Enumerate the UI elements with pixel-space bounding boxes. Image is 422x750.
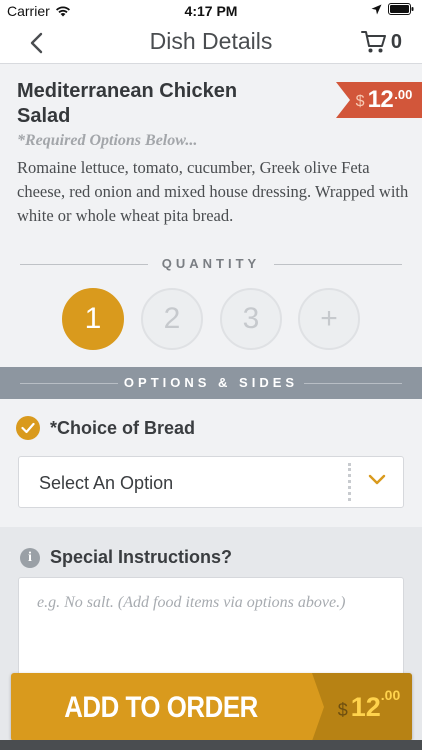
- required-note: *Required Options Below...: [17, 132, 198, 149]
- dish-name: Mediterranean Chicken Salad: [17, 80, 238, 127]
- quantity-more-button[interactable]: +: [298, 288, 360, 350]
- nav-bar: Dish Details 0: [0, 22, 422, 64]
- special-instructions-title: i Special Instructions?: [20, 547, 232, 568]
- check-icon: [16, 416, 40, 440]
- divider-line: [274, 264, 402, 265]
- quantity-selector: 1 2 3 +: [0, 288, 422, 352]
- chevron-down-icon: [368, 474, 386, 485]
- status-right: [371, 3, 414, 15]
- bread-select-value: Select An Option: [39, 473, 174, 493]
- add-to-order-button[interactable]: ADD TO ORDER $ 12 .00: [11, 673, 412, 741]
- divider-line: [304, 383, 402, 384]
- quantity-option-2[interactable]: 2: [141, 288, 203, 350]
- select-divider: [348, 463, 351, 501]
- info-icon: i: [20, 547, 40, 568]
- status-bar: Carrier 4:17 PM: [0, 0, 422, 22]
- dish-info: Mediterranean Chicken Salad $ 12 .00 *Re…: [0, 65, 422, 365]
- bottom-strip: [0, 740, 422, 750]
- special-instructions-label: Special Instructions?: [50, 547, 233, 567]
- bread-option-label: *Choice of Bread: [50, 417, 196, 438]
- price-currency: $: [355, 93, 365, 110]
- order-price-cents: .00: [380, 687, 401, 703]
- special-instructions-placeholder: e.g. No salt. (Add food items via option…: [37, 594, 346, 611]
- cart-button[interactable]: 0: [360, 30, 402, 54]
- page-title: Dish Details: [149, 28, 273, 54]
- quantity-label-row: QUANTITY: [20, 254, 402, 274]
- quantity-option-3[interactable]: 3: [220, 288, 282, 350]
- add-to-order-price: $ 12 .00: [312, 673, 412, 741]
- add-to-order-label: ADD TO ORDER: [64, 691, 258, 724]
- options-header: OPTIONS & SIDES: [0, 367, 422, 399]
- status-time: 4:17 PM: [184, 3, 238, 19]
- order-price-currency: $: [337, 699, 348, 720]
- dish-description: Romaine lettuce, tomato, cucumber, Greek…: [17, 158, 409, 225]
- price-dollars: 12: [367, 86, 394, 113]
- cart-count: 0: [390, 30, 402, 53]
- bread-select[interactable]: Select An Option: [18, 456, 404, 508]
- order-price-dollars: 12: [350, 691, 381, 722]
- cart-icon: [360, 31, 386, 53]
- quantity-option-1[interactable]: 1: [62, 288, 124, 350]
- location-arrow-icon: [371, 4, 382, 14]
- bread-option-section: *Choice of Bread Select An Option: [0, 400, 422, 526]
- bread-option-title: *Choice of Bread: [16, 416, 195, 440]
- price-cents: .00: [394, 87, 413, 102]
- battery-icon: [388, 3, 414, 15]
- price-tag: $ 12 .00: [336, 82, 422, 118]
